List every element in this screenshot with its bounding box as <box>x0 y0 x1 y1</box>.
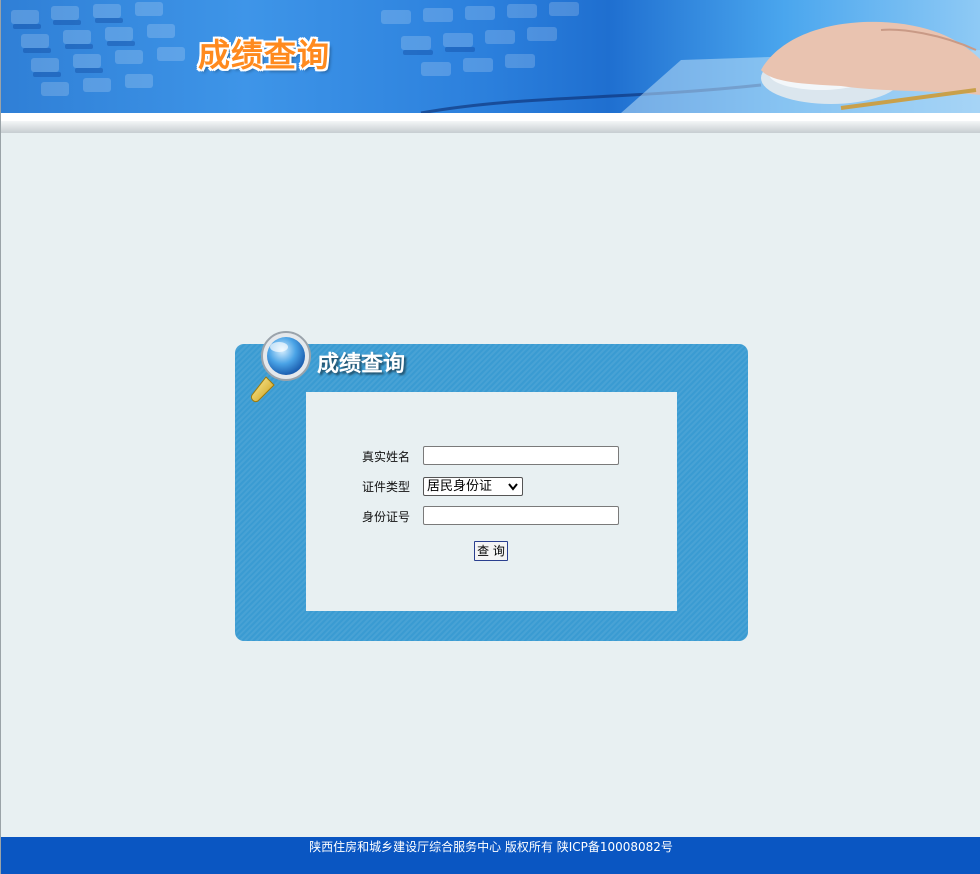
query-button[interactable]: 查 询 <box>474 541 508 561</box>
name-input[interactable] <box>423 446 619 465</box>
header-shadow-bar <box>1 121 980 133</box>
keyboard-mouse-illustration <box>11 2 980 113</box>
name-label: 真实姓名 <box>362 450 411 464</box>
query-form <box>306 392 677 611</box>
id-number-label: 身份证号 <box>362 510 411 524</box>
panel-title: 成绩查询 <box>317 351 406 377</box>
footer: 陕西住房和城乡建设厅综合服务中心 版权所有 陕ICP备10008082号 <box>1 837 980 874</box>
banner-title: 成绩查询 <box>198 36 331 74</box>
chevron-down-icon <box>508 483 518 491</box>
header-banner: 成绩查询 <box>1 0 980 113</box>
header-divider <box>1 113 980 121</box>
magnifier-icon <box>251 331 311 402</box>
id-type-select[interactable]: 居民身份证 <box>423 477 523 496</box>
id-number-input[interactable] <box>423 506 619 525</box>
footer-copyright: 陕西住房和城乡建设厅综合服务中心 版权所有 陕ICP备10008082号 <box>309 840 673 854</box>
id-type-label: 证件类型 <box>362 480 411 494</box>
id-type-selected: 居民身份证 <box>427 479 493 494</box>
